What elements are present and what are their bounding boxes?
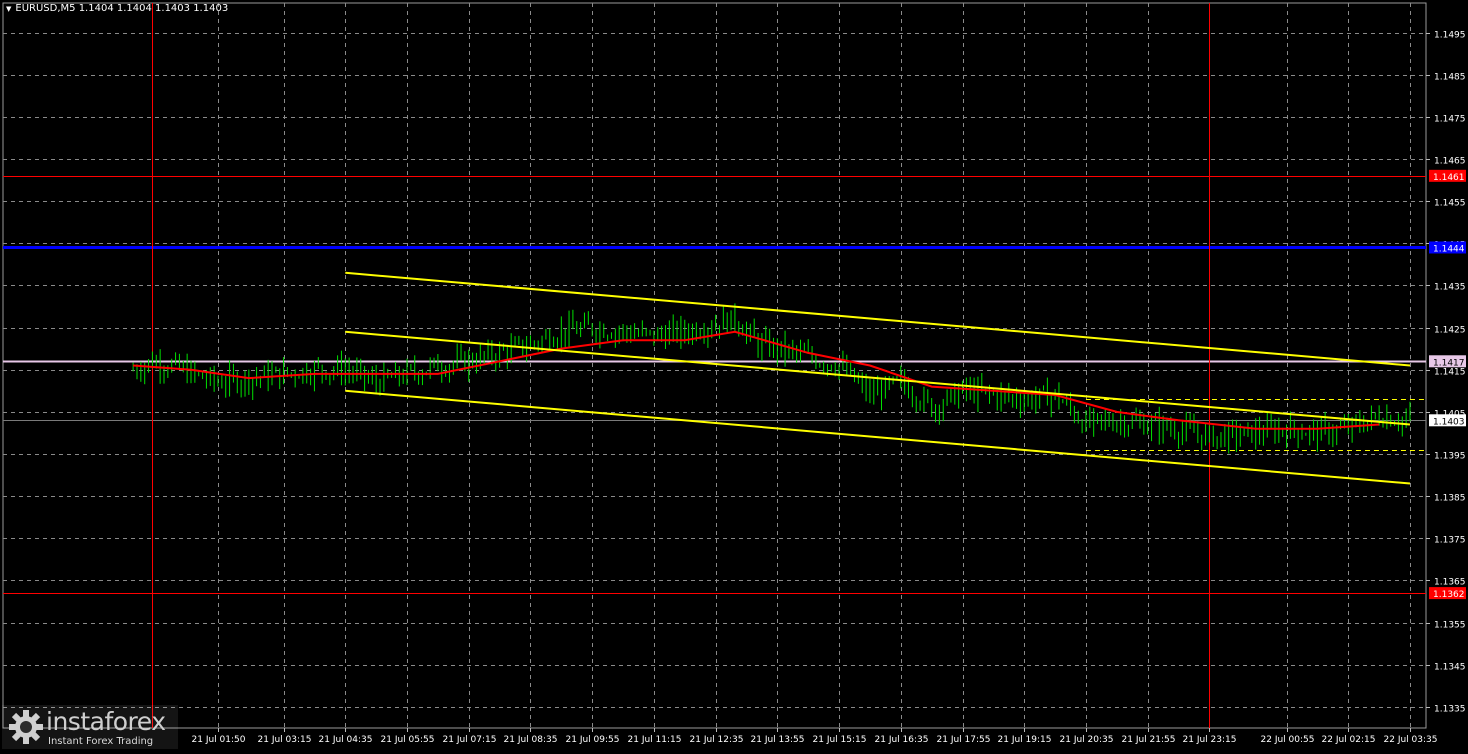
time-axis: 21 Jul 01:50 21 Jul 03:15 21 Jul 04:35 21 J… (192, 728, 1438, 745)
y-tick-label: 1.1395 (1434, 452, 1466, 462)
x-tick-label: 21 Jul 01:50 (192, 735, 246, 745)
y-tick-label: 1.1455 (1434, 199, 1466, 209)
x-tick-label: 21 Jul 13:55 (751, 735, 805, 745)
x-tick-label: 21 Jul 21:55 (1122, 735, 1176, 745)
channel-line-2 (345, 389, 1411, 485)
channel-line-1 (345, 330, 1411, 426)
symbol-quote: EURUSD,M5 1.1404 1.1404 1.1403 1.1403 (15, 3, 229, 14)
y-tick-label: 1.1495 (1434, 31, 1466, 41)
level-tag-1.1444: 1.1444 (1433, 244, 1465, 254)
x-tick-label: 21 Jul 09:55 (566, 735, 620, 745)
x-tick-label: 21 Jul 20:35 (1060, 735, 1114, 745)
y-tick-label: 1.1435 (1434, 283, 1466, 293)
x-tick-label: 21 Jul 12:35 (690, 735, 744, 745)
candles (132, 303, 1411, 454)
gear-logo-icon (9, 710, 43, 744)
y-tick-label: 1.1375 (1434, 536, 1466, 546)
plot-frame (2, 2, 1427, 729)
x-tick-label: 22 Jul 02:15 (1322, 735, 1376, 745)
x-tick-label: 22 Jul 00:55 (1261, 735, 1315, 745)
y-tick-label: 1.1485 (1434, 73, 1466, 83)
x-tick-label: 21 Jul 07:15 (443, 735, 497, 745)
channel-line-0 (345, 271, 1411, 367)
instaforex-watermark: instaforex Instant Forex Trading (2, 705, 178, 749)
y-tick-label: 1.1365 (1434, 578, 1466, 588)
horizontal-levels (3, 176, 1426, 594)
day-separators (152, 3, 1210, 728)
chart-area[interactable]: 1.14951.14851.14751.14651.14551.14451.14… (0, 0, 1468, 750)
x-tick-label: 21 Jul 08:35 (504, 735, 558, 745)
brand-tagline: Instant Forex Trading (48, 736, 154, 747)
grid (2, 2, 1427, 729)
price-chart[interactable]: 1.14951.14851.14751.14651.14551.14451.14… (0, 0, 1468, 750)
level-tag-1.1461: 1.1461 (1433, 173, 1465, 183)
price-axis: 1.14951.14851.14751.14651.14551.14451.14… (1426, 31, 1466, 715)
y-tick-label: 1.1335 (1434, 705, 1466, 715)
x-tick-label: 21 Jul 05:55 (381, 735, 435, 745)
x-tick-label: 21 Jul 19:15 (998, 735, 1052, 745)
x-tick-label: 21 Jul 17:55 (937, 735, 991, 745)
x-tick-label: 21 Jul 16:35 (875, 735, 929, 745)
x-tick-label: 21 Jul 23:15 (1183, 735, 1237, 745)
chart-title: ▼ EURUSD,M5 1.1404 1.1404 1.1403 1.1403 (6, 3, 228, 14)
current-price-tag: 1.1403 (1433, 417, 1465, 427)
y-tick-label: 1.1385 (1434, 494, 1466, 504)
y-tick-label: 1.1465 (1434, 157, 1466, 167)
y-tick-label: 1.1425 (1434, 326, 1466, 336)
x-tick-label: 21 Jul 11:15 (628, 735, 682, 745)
x-tick-label: 21 Jul 04:35 (319, 735, 373, 745)
y-tick-label: 1.1415 (1434, 368, 1466, 378)
y-tick-label: 1.1345 (1434, 663, 1466, 673)
level-tag-1.1417: 1.1417 (1433, 358, 1465, 368)
x-tick-label: 21 Jul 15:15 (813, 735, 867, 745)
level-tag-1.1362: 1.1362 (1433, 590, 1465, 600)
brand-name: instaforex (46, 707, 166, 736)
trend-channel (345, 271, 1411, 485)
dropdown-triangle-icon[interactable]: ▼ (6, 5, 11, 13)
y-tick-label: 1.1475 (1434, 115, 1466, 125)
x-tick-label: 21 Jul 03:15 (258, 735, 312, 745)
x-tick-label: 22 Jul 03:35 (1384, 735, 1438, 745)
y-tick-label: 1.1355 (1434, 621, 1466, 631)
